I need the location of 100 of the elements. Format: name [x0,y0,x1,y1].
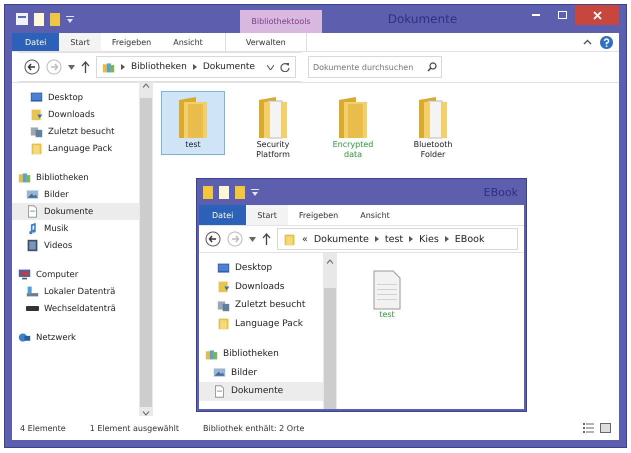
recent-places-icon [217,298,230,312]
ribbon-tab[interactable]: Datei [199,205,246,225]
address-bar[interactable]: Bibliotheken Dokumente [96,56,296,78]
scroll-down-icon[interactable] [142,411,150,416]
breadcrumb[interactable]: EBook [454,234,484,244]
overflow-chevron[interactable]: « [302,234,308,244]
close-icon [592,10,602,20]
nav-item[interactable]: Videos [12,237,139,254]
breadcrumb[interactable]: test [384,234,404,244]
nav-item[interactable]: Downloads [12,106,139,123]
folder-item[interactable]: Security Platform [241,91,305,165]
folder-icon[interactable] [50,12,60,26]
breadcrumb[interactable]: Bibliotheken [131,62,187,72]
scroll-up-icon[interactable] [142,83,150,88]
caret-icon[interactable] [249,236,256,242]
folder-icon [217,317,230,330]
pictures-icon [213,366,226,380]
nav-item[interactable]: Computer [12,266,139,283]
breadcrumb[interactable]: Dokumente [314,234,369,244]
desktop-icon [30,91,43,104]
up-arrow-icon[interactable] [81,61,90,73]
nav-item[interactable]: Musik [12,220,139,237]
folder-icon [30,108,43,121]
file-item[interactable]: test [365,265,409,325]
breadcrumb[interactable]: Dokumente [202,62,255,72]
collapse-ribbon-icon[interactable] [583,39,592,45]
nav-item[interactable]: Netzwerk [12,329,139,346]
library-icon [102,60,115,74]
nav-item[interactable]: Bibliotheken [199,345,323,364]
chevron-right-icon [192,64,197,70]
folder-icon [217,280,230,294]
status-text: 1 Element ausgewählt [90,424,179,432]
chevron-right-icon [444,236,449,242]
chevron-right-icon [409,236,414,242]
folder-item[interactable]: Bluetooth Folder [401,91,465,165]
properties-icon[interactable] [16,13,28,25]
recent-places-icon [30,125,43,138]
drive-icon [26,306,39,311]
nav-item[interactable]: Language Pack [12,140,139,157]
folder-icon [30,142,43,155]
large-icons-view-icon[interactable] [600,423,611,433]
nav-item[interactable]: Wechseldatenträ [12,300,139,317]
nav-item[interactable]: Bilder [12,186,139,203]
nav-item[interactable]: Bibliotheken [12,169,139,186]
ribbon-tab[interactable]: Start [59,33,101,51]
scroll-up-icon[interactable] [326,259,334,264]
folder-icon [256,96,290,140]
pictures-icon [26,188,39,201]
ribbon-tab[interactable]: Datei [12,33,60,51]
back-icon[interactable] [205,231,221,247]
network-icon [18,331,31,344]
document-icon[interactable] [219,186,229,198]
folder-icon [176,96,210,140]
search-field[interactable]: Dokumente durchsuchen [308,56,442,78]
close-button[interactable] [575,5,619,25]
nav-item[interactable]: Dokumente [12,203,139,220]
scrollbar[interactable] [323,253,337,409]
folder-icon [283,232,296,246]
back-icon[interactable] [24,59,40,75]
computer-icon [18,268,31,281]
chevron-right-icon [374,236,379,242]
folder-item[interactable]: Encrypted data [321,91,385,165]
nav-item[interactable]: Desktop [199,259,323,278]
document-icon [213,384,226,398]
ribbon-tab[interactable]: Start [246,205,288,225]
details-view-icon[interactable] [583,423,594,433]
maximize-icon [558,11,566,19]
help-icon[interactable] [600,36,613,48]
breadcrumb[interactable]: Kies [419,234,439,244]
nav-item[interactable]: Zuletzt besucht [12,123,139,140]
refresh-icon[interactable] [280,62,290,72]
caret-icon[interactable] [266,64,274,70]
library-icon [18,171,31,184]
ribbon-tab[interactable]: Verwalten [224,33,307,51]
folder-icon [336,96,370,140]
contextual-tab-header: Bibliothektools [240,10,322,33]
nav-item[interactable]: Downloads [199,278,323,296]
nav-item[interactable]: Desktop [12,89,139,106]
chevron-right-icon [121,64,125,70]
folder-item[interactable]: test [161,91,225,155]
address-bar[interactable]: « Dokumente test Kies EBook [277,228,518,250]
status-text: 4 Elemente [20,424,66,432]
search-icon [426,62,437,72]
folder-icon [416,96,450,140]
caret-icon[interactable] [68,64,75,70]
scrollbar[interactable] [139,83,153,416]
up-arrow-icon[interactable] [262,233,271,245]
document-icon[interactable] [34,12,44,26]
nav-item[interactable]: Zuletzt besucht [199,296,323,314]
dropdown-icon[interactable] [66,16,74,22]
film-icon [26,239,39,252]
folder-icon[interactable] [203,186,213,198]
nav-item[interactable]: Lokaler Datenträ [12,283,139,300]
nav-item[interactable]: Dokumente [199,382,323,400]
nav-item[interactable]: Bilder [199,364,323,382]
nav-item[interactable]: Language Pack [199,314,323,333]
document-icon [372,270,402,310]
folder-icon[interactable] [235,186,245,198]
library-icon [205,348,218,361]
dropdown-icon[interactable] [251,188,259,196]
